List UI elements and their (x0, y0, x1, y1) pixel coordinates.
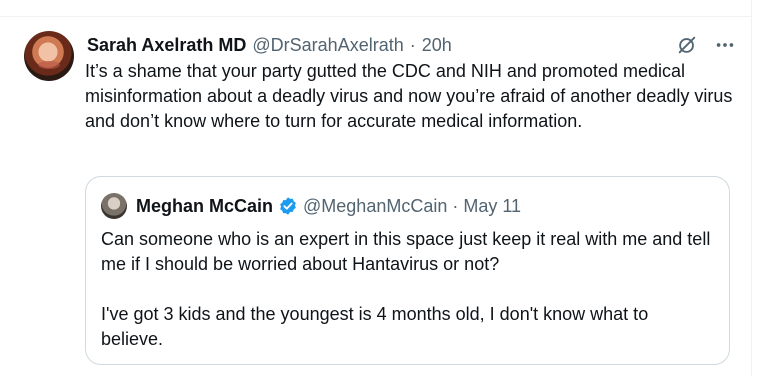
tweet-actions (674, 31, 738, 59)
quoted-tweet[interactable]: Meghan McCain @MeghanMcCain · May 11 Can… (85, 176, 730, 365)
tweet-header: Sarah Axelrath MD @DrSarahAxelrath · 20h (87, 34, 667, 56)
tweet-frame: Sarah Axelrath MD @DrSarahAxelrath · 20h… (0, 0, 768, 376)
grok-icon[interactable] (674, 32, 700, 58)
quoted-header: Meghan McCain @MeghanMcCain · May 11 (136, 195, 521, 217)
column-border (751, 0, 752, 376)
display-name[interactable]: Sarah Axelrath MD (87, 35, 246, 56)
quoted-timestamp[interactable]: May 11 (463, 196, 521, 217)
quoted-separator: · (452, 195, 459, 216)
quoted-handle[interactable]: @MeghanMcCain (303, 196, 447, 217)
previous-item-edge (0, 0, 751, 16)
separator: · (409, 34, 416, 55)
timestamp[interactable]: 20h (422, 35, 452, 56)
avatar[interactable] (24, 31, 74, 81)
reply-tweet[interactable]: Sarah Axelrath MD @DrSarahAxelrath · 20h… (0, 17, 751, 376)
quoted-display-name[interactable]: Meghan McCain (136, 196, 273, 217)
tweet-text: It’s a shame that your party gutted the … (85, 61, 738, 131)
quoted-text: Can someone who is an expert in this spa… (101, 229, 711, 349)
verified-badge-icon (278, 196, 298, 216)
more-icon[interactable] (712, 32, 738, 58)
quoted-avatar[interactable] (101, 193, 127, 219)
handle[interactable]: @DrSarahAxelrath (252, 35, 403, 56)
